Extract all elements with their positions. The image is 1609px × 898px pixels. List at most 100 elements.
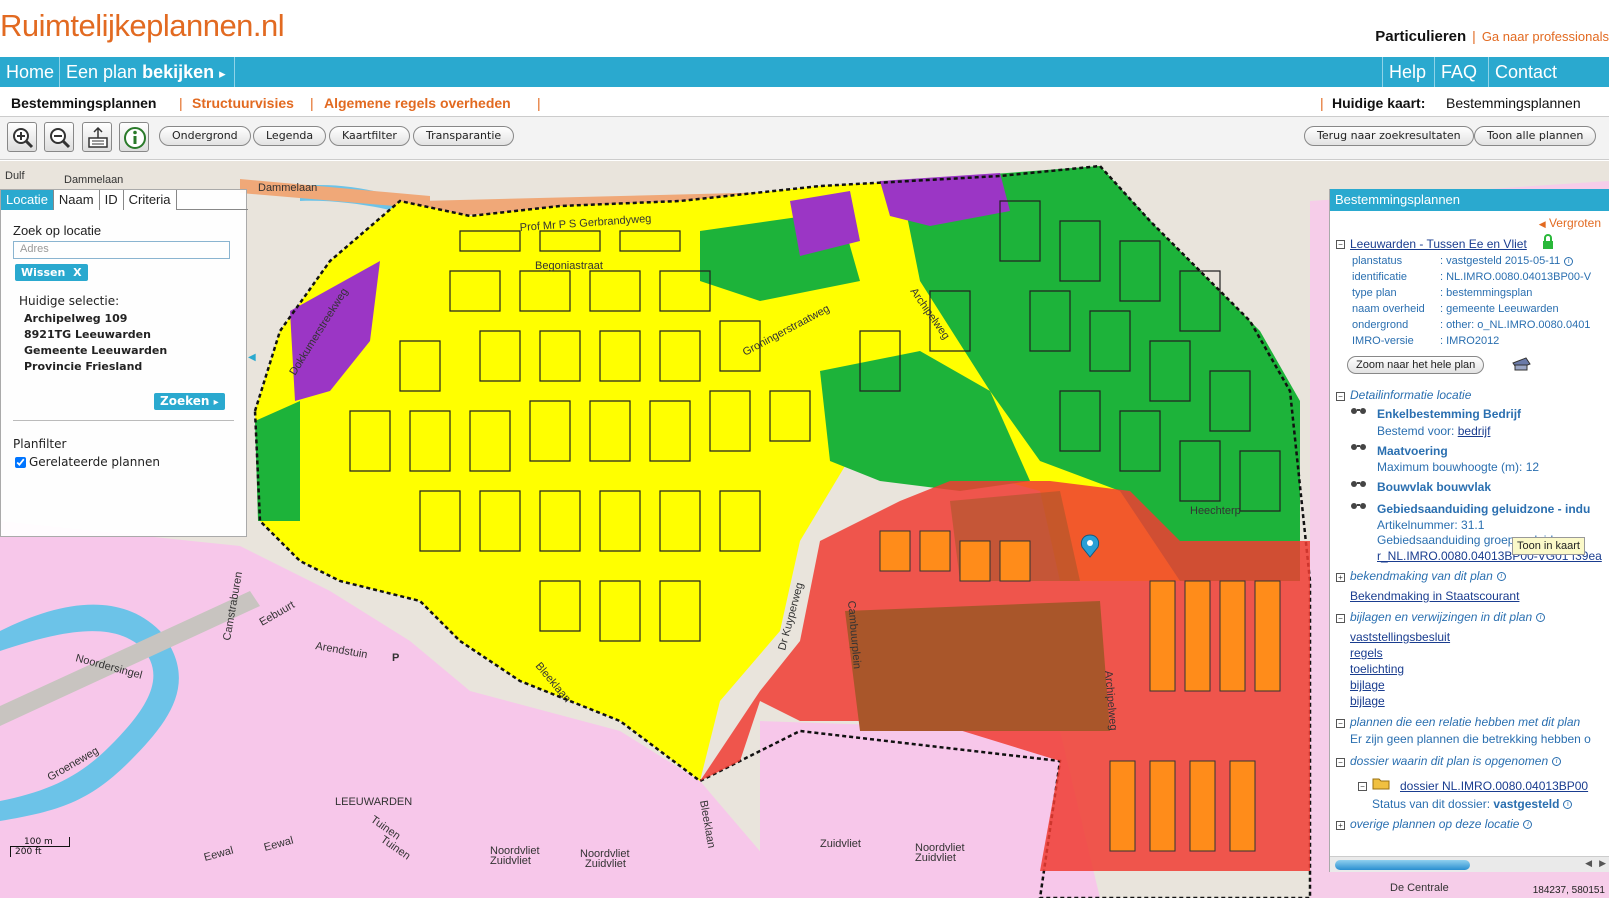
folder-icon: [1372, 776, 1390, 793]
announce-header-text: bekendmaking van dit plan: [1350, 569, 1493, 583]
horizontal-scrollbar[interactable]: ◀ ▶: [1330, 856, 1609, 872]
nav-home[interactable]: Home: [0, 57, 60, 87]
legenda-button[interactable]: Legenda: [253, 126, 327, 146]
detail-item-title: Gebiedsaanduiding geluidzone - indu: [1377, 502, 1591, 516]
info-icon[interactable]: i: [1564, 256, 1574, 266]
prop-key: ondergrond: [1352, 319, 1409, 331]
audience-separator: |: [1472, 28, 1476, 44]
main-nav: Home Een plan bekijken ▸ Help FAQ Contac…: [0, 57, 1609, 87]
info-icon[interactable]: i: [1496, 572, 1506, 582]
attachment-link[interactable]: bijlage: [1350, 694, 1385, 708]
scroll-left-icon[interactable]: ◀: [1585, 858, 1592, 869]
info-icon[interactable]: i: [1563, 800, 1573, 810]
nav-help[interactable]: Help: [1382, 57, 1435, 87]
prop-key: naam overheid: [1352, 303, 1425, 315]
scroll-right-icon[interactable]: ▶: [1599, 858, 1606, 869]
collapse-icon[interactable]: −: [1336, 614, 1345, 623]
planfilter-label: Planfilter: [13, 437, 67, 451]
expand-icon[interactable]: +: [1336, 821, 1345, 830]
prop-row: naam overheid : gemeente Leeuwarden: [1352, 303, 1559, 315]
dossier-header: dossier waarin dit plan is opgenomen i: [1350, 754, 1562, 768]
glasses-icon[interactable]: [1350, 500, 1368, 513]
enlarge-link[interactable]: ◀ Vergroten: [1539, 216, 1601, 230]
glasses-icon[interactable]: [1350, 405, 1368, 418]
tab-naam[interactable]: Naam: [53, 190, 100, 210]
glasses-icon[interactable]: [1350, 441, 1368, 454]
address-input[interactable]: Adres: [13, 241, 230, 259]
professionals-link[interactable]: Ga naar professionals: [1482, 29, 1609, 44]
prop-row: identificatie: NL.IMRO.0080.04013BP00-V: [1352, 271, 1591, 283]
current-map-value: Bestemmingsplannen: [1446, 95, 1581, 111]
address-line: Archipelweg 109: [24, 312, 128, 325]
collapse-icon[interactable]: −: [1336, 758, 1345, 767]
full-extent-icon[interactable]: [82, 122, 112, 152]
attachment-link[interactable]: regels: [1350, 646, 1383, 660]
street-label: De Centrale: [1390, 882, 1449, 894]
expand-icon[interactable]: +: [1336, 573, 1345, 582]
scrollbar-thumb[interactable]: [1335, 860, 1470, 870]
glasses-icon[interactable]: [1350, 478, 1368, 491]
print-icon[interactable]: [1510, 355, 1532, 376]
show-all-plans-button[interactable]: Toon alle plannen: [1474, 126, 1597, 146]
transparantie-button[interactable]: Transparantie: [413, 126, 515, 146]
plan-name-link[interactable]: Leeuwarden - Tussen Ee en Vliet: [1350, 237, 1527, 251]
collapse-icon[interactable]: −: [1336, 392, 1345, 401]
address-line: Gemeente Leeuwarden: [24, 344, 168, 357]
detail-item-title: Bouwvlak bouwvlak: [1377, 480, 1492, 494]
subnav-structuurvisies[interactable]: Structuurvisies: [192, 95, 294, 111]
collapse-icon[interactable]: −: [1336, 240, 1345, 249]
ondergrond-button[interactable]: Ondergrond: [159, 126, 251, 146]
street-label: Zuidvliet: [585, 858, 626, 870]
subnav-algemene-regels[interactable]: Algemene regels overheden: [324, 95, 511, 111]
prop-row: type plan: bestemmingsplan: [1352, 287, 1532, 299]
attachment-link[interactable]: vaststellingsbesluit: [1350, 630, 1450, 644]
street-label: Heechterp: [1190, 505, 1241, 517]
search-button[interactable]: Zoeken ▸: [154, 393, 225, 410]
clear-button[interactable]: Wissen X: [15, 264, 88, 281]
search-location-label: Zoek op locatie: [13, 223, 102, 238]
info-icon[interactable]: i: [1552, 757, 1562, 767]
other-plans-header: overige plannen op deze locatie i: [1350, 817, 1533, 831]
map-toolbar: Ondergrond Legenda Kaartfilter Transpara…: [0, 116, 1609, 160]
info-icon[interactable]: [119, 122, 149, 152]
search-button-label: Zoeken: [160, 394, 210, 408]
tab-locatie[interactable]: Locatie: [1, 190, 54, 210]
street-label: Begoniastraat: [535, 260, 603, 272]
other-plans-header-text: overige plannen op deze locatie: [1350, 817, 1520, 831]
nav-contact[interactable]: Contact: [1489, 57, 1609, 87]
map-coordinates: 184237, 580151: [1532, 885, 1605, 896]
prop-value: : IMRO2012: [1440, 335, 1500, 347]
info-icon[interactable]: i: [1536, 613, 1546, 623]
tab-id[interactable]: ID: [99, 190, 124, 210]
nav-faq[interactable]: FAQ: [1435, 57, 1489, 87]
street-label: Dammelaan: [64, 174, 123, 186]
zoom-to-plan-button[interactable]: Zoom naar het hele plan: [1347, 356, 1485, 374]
prop-value: : gemeente Leeuwarden: [1440, 303, 1559, 315]
street-label: Zuidvliet: [490, 855, 531, 867]
zoom-out-icon[interactable]: [44, 122, 74, 152]
info-icon[interactable]: i: [1523, 820, 1533, 830]
collapse-icon[interactable]: −: [1336, 719, 1345, 728]
related-plans-filter[interactable]: Gerelateerde plannen: [15, 455, 160, 469]
back-to-results-button[interactable]: Terug naar zoekresultaten: [1304, 126, 1474, 146]
announce-link[interactable]: Bekendmaking in Staatscourant: [1350, 589, 1519, 603]
nav-plan-bekijken[interactable]: Een plan bekijken ▸: [60, 57, 235, 87]
attachment-link[interactable]: toelichting: [1350, 662, 1404, 676]
collapse-icon[interactable]: −: [1358, 782, 1367, 791]
attachment-link[interactable]: bijlage: [1350, 678, 1385, 692]
bedrijf-link[interactable]: bedrijf: [1458, 424, 1491, 438]
arrow-right-icon: ▸: [213, 397, 219, 408]
tab-criteria[interactable]: Criteria: [123, 190, 177, 210]
arrow-left-icon: ◀: [1538, 219, 1546, 229]
collapse-panel-icon[interactable]: ◀: [248, 352, 256, 363]
prop-key: planstatus: [1352, 255, 1403, 267]
zoom-in-icon[interactable]: [7, 122, 37, 152]
current-selection-label: Huidige selectie:: [19, 294, 120, 308]
kaartfilter-button[interactable]: Kaartfilter: [329, 126, 410, 146]
dossier-link[interactable]: dossier NL.IMRO.0080.04013BP00: [1400, 779, 1588, 793]
related-plans-checkbox[interactable]: [15, 457, 26, 468]
prop-key: type plan: [1352, 287, 1397, 299]
subnav-bestemmingsplannen[interactable]: Bestemmingsplannen: [11, 95, 156, 111]
announce-header: bekendmaking van dit plan i: [1350, 569, 1506, 583]
site-logo[interactable]: Ruimtelijkeplannen.nl: [0, 8, 285, 44]
